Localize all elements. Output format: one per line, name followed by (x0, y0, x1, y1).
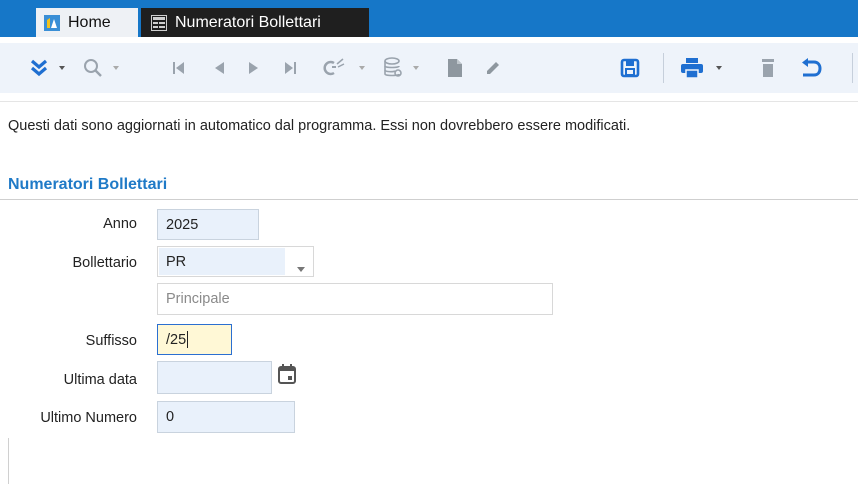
first-record-button[interactable] (165, 43, 193, 93)
database-icon (383, 57, 403, 79)
database-dropdown-icon[interactable] (413, 66, 419, 70)
bollettario-select[interactable]: PR (157, 246, 314, 277)
toolbar-separator (663, 53, 664, 83)
database-button[interactable] (378, 43, 408, 93)
edit-button[interactable] (479, 43, 507, 93)
search-button[interactable] (78, 43, 108, 93)
tab-numeratori-label: Numeratori Bollettari (175, 13, 321, 31)
print-icon (680, 57, 704, 79)
delete-icon (761, 58, 775, 78)
section-divider (0, 199, 858, 200)
search-dropdown-icon[interactable] (113, 66, 119, 70)
tab-numeratori-bollettari[interactable]: Numeratori Bollettari (141, 8, 369, 37)
home-app-icon (44, 14, 60, 31)
text-cursor (187, 331, 189, 348)
bollettario-description-field: Principale (157, 283, 553, 315)
prev-record-button[interactable] (205, 43, 233, 93)
bollettario-label: Bollettario (72, 255, 137, 271)
anno-value: 2025 (166, 216, 199, 233)
title-bar: Home Numeratori Bollettari (0, 0, 858, 37)
toolbar-separator (852, 53, 853, 83)
delete-button[interactable] (755, 43, 781, 93)
save-button[interactable] (616, 43, 644, 93)
new-document-icon (447, 58, 463, 78)
edit-icon (484, 59, 502, 77)
ultimo-numero-label: Ultimo Numero (40, 410, 137, 426)
prev-record-icon (213, 61, 225, 75)
filter-button[interactable] (318, 43, 350, 93)
panel-border (8, 438, 9, 484)
undo-button[interactable] (795, 43, 827, 93)
ultima-data-label: Ultima data (63, 372, 137, 388)
ultimo-numero-field[interactable]: 0 (157, 401, 295, 433)
first-record-icon (172, 61, 186, 75)
filter-dropdown-icon[interactable] (359, 66, 365, 70)
last-record-button[interactable] (276, 43, 304, 93)
undo-icon (800, 58, 822, 78)
print-dropdown-icon[interactable] (716, 66, 722, 70)
filter-icon (323, 58, 345, 78)
suffisso-field[interactable]: /25 (157, 324, 232, 355)
chevron-down-icon[interactable] (297, 260, 305, 276)
ultimo-numero-value: 0 (166, 409, 175, 425)
info-notice: Questi dati sono aggiornati in automatic… (8, 118, 631, 134)
ultima-data-field[interactable] (157, 361, 272, 394)
anno-field[interactable]: 2025 (157, 209, 259, 240)
bollettario-value: PR (159, 248, 285, 275)
tab-home[interactable]: Home (36, 8, 138, 37)
expand-icon (29, 59, 49, 77)
anno-label: Anno (103, 216, 137, 232)
bollettario-description: Principale (166, 291, 230, 307)
form-window-icon (151, 14, 167, 31)
toolbar-divider (0, 101, 858, 102)
next-record-icon (248, 61, 260, 75)
next-record-button[interactable] (240, 43, 268, 93)
expand-button[interactable] (24, 43, 54, 93)
last-record-icon (283, 61, 297, 75)
new-document-button[interactable] (442, 43, 468, 93)
suffisso-label: Suffisso (85, 333, 137, 349)
suffisso-value: /25 (166, 331, 187, 348)
print-button[interactable] (676, 43, 708, 93)
calendar-icon[interactable] (278, 364, 296, 387)
save-icon (620, 58, 640, 78)
search-icon (83, 58, 103, 78)
toolbar (0, 43, 858, 93)
expand-dropdown-icon[interactable] (59, 66, 65, 70)
tab-home-label: Home (68, 13, 111, 31)
section-title: Numeratori Bollettari (8, 176, 168, 193)
